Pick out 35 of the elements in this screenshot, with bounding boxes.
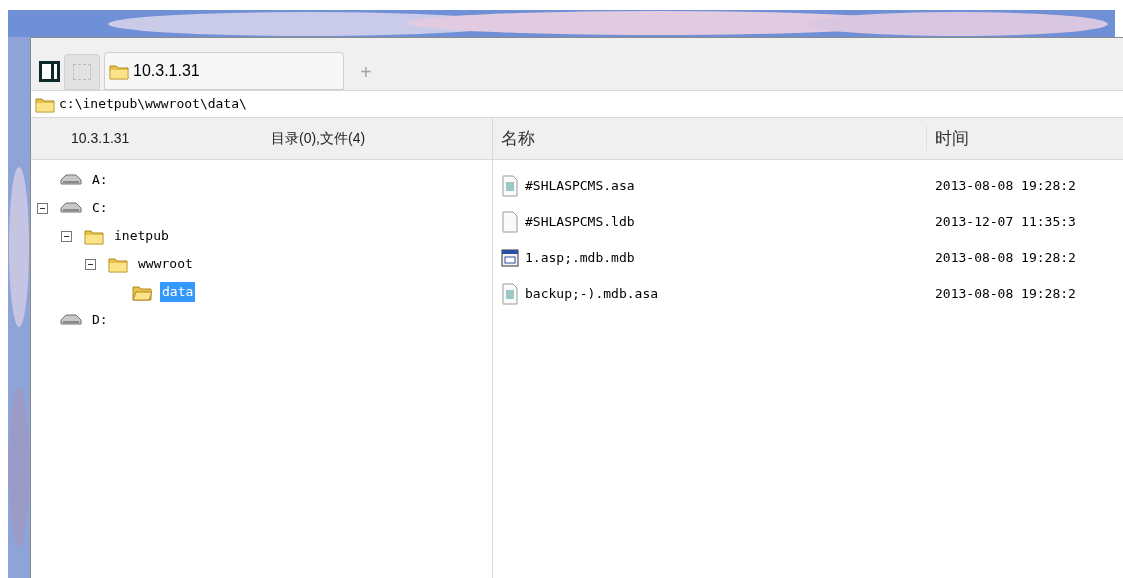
file-time: 2013-08-08 19:28:2 (934, 249, 1076, 268)
file-time: 2013-12-07 11:35:3 (934, 213, 1076, 232)
tree-item[interactable]: C: (90, 198, 110, 218)
drive-icon (60, 174, 82, 186)
file-name[interactable]: #SHLASPCMS.asa (525, 176, 635, 196)
collapse-toggle[interactable] (37, 202, 48, 214)
host-label: 10.3.1.31 (71, 129, 131, 148)
column-header[interactable]: 时间 (927, 125, 969, 152)
address-field[interactable]: c:\inetpub\wwwroot\data\ (31, 90, 1123, 118)
drive-icon (60, 202, 82, 214)
file-name[interactable]: 1.asp;.mdb.mdb (525, 248, 635, 268)
tab[interactable]: 10.3.1.31 (104, 52, 344, 90)
panel-toggle-icon[interactable] (39, 61, 60, 82)
file-icon (501, 211, 519, 233)
folder-summary: 目录(0),文件(4) (271, 129, 366, 148)
file-time: 2013-08-08 19:28:2 (934, 177, 1076, 196)
script-file-icon (501, 283, 519, 305)
tree-item[interactable]: A: (90, 170, 110, 190)
folder-icon (132, 283, 152, 301)
tree-item[interactable]: D: (90, 310, 110, 330)
folder-icon (84, 227, 104, 245)
file-name[interactable]: #SHLASPCMS.ldb (525, 212, 635, 232)
collapse-toggle[interactable] (85, 258, 96, 270)
column-header[interactable]: 名称 (493, 125, 927, 152)
folder-icon (35, 95, 55, 113)
drive-icon (60, 314, 82, 326)
tree-item[interactable]: inetpub (112, 226, 171, 246)
file-time: 2013-08-08 19:28:2 (934, 285, 1076, 304)
script-file-icon (501, 175, 519, 197)
app-window-icon (501, 249, 519, 267)
file-name[interactable]: backup;-).mdb.asa (525, 284, 659, 304)
collapse-toggle[interactable] (61, 230, 72, 242)
folder-icon (108, 255, 128, 273)
folder-icon (109, 62, 129, 80)
tree-item[interactable]: wwwroot (136, 254, 195, 274)
